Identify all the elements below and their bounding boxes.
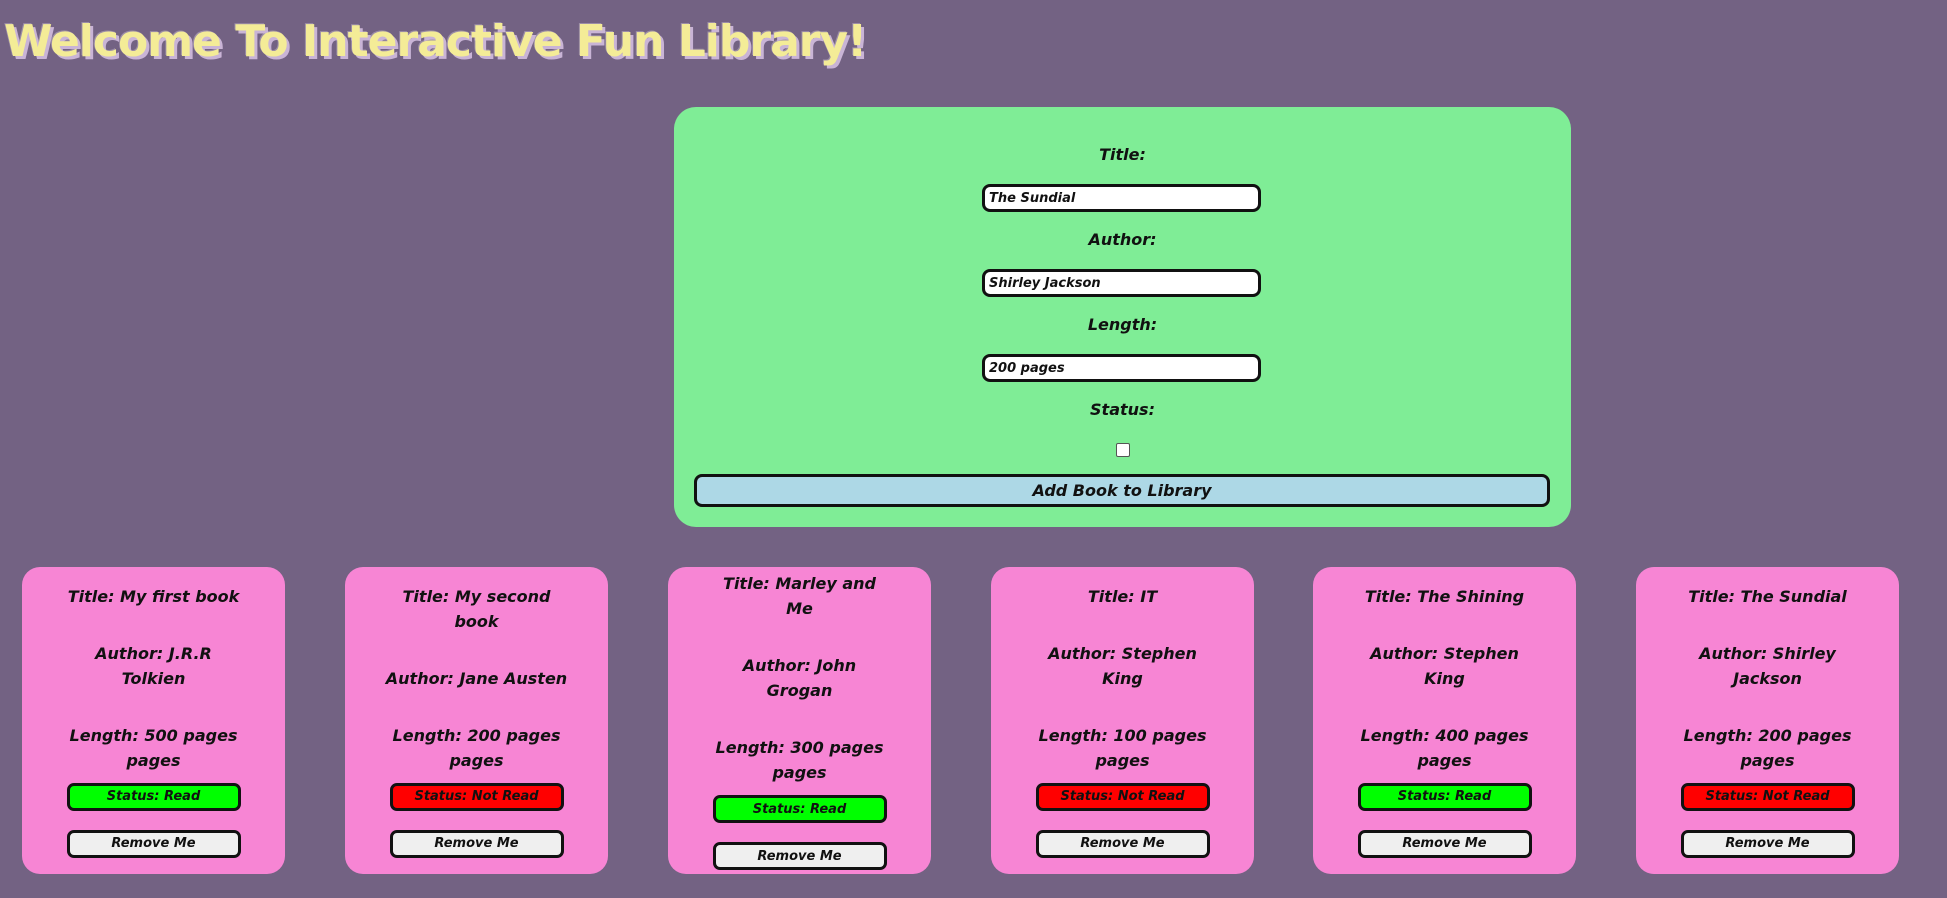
- status-toggle-button[interactable]: Status: Read: [1357, 782, 1532, 811]
- book-author: Author: J.R.R Tolkien: [95, 643, 212, 688]
- book-title: Title: The Shining: [1364, 586, 1525, 606]
- book-title: Title: The Sundial: [1688, 586, 1847, 606]
- book-title: Title: Marley and Me: [723, 574, 876, 618]
- book-author: Author: Stephen King: [1048, 643, 1197, 688]
- book-card: Title: The Shining Author: Stephen King …: [1313, 567, 1576, 874]
- book-length: Length: 500 pages pages: [69, 725, 238, 770]
- book-author: Author: Shirley Jackson: [1699, 643, 1836, 688]
- book-title: Title: My first book: [67, 586, 240, 606]
- book-author: Author: Stephen King: [1370, 643, 1519, 688]
- book-length: Length: 200 pages pages: [1683, 725, 1852, 770]
- book-card: Title: IT Author: Stephen King Length: 1…: [991, 567, 1254, 874]
- remove-book-button[interactable]: Remove Me: [712, 842, 887, 870]
- author-label: Author:: [1088, 230, 1157, 249]
- remove-book-button[interactable]: Remove Me: [1035, 829, 1210, 858]
- add-book-form: Title: Author: Length: Status: Add Book …: [674, 107, 1571, 527]
- status-label: Status:: [1090, 400, 1155, 419]
- status-toggle-button[interactable]: Status: Not Read: [1680, 782, 1855, 811]
- book-length: Length: 200 pages pages: [392, 725, 561, 770]
- book-length: Length: 100 pages pages: [1038, 725, 1207, 770]
- status-toggle-button[interactable]: Status: Not Read: [389, 782, 564, 811]
- book-author: Author: Jane Austen: [385, 668, 568, 688]
- status-toggle-button[interactable]: Status: Not Read: [1035, 782, 1210, 811]
- page-title: Welcome To Interactive Fun Library!: [4, 16, 867, 67]
- length-label: Length:: [1087, 315, 1158, 334]
- book-title: Title: IT: [1087, 586, 1158, 606]
- book-length: Length: 300 pages pages: [715, 738, 884, 782]
- book-card: Title: Marley and Me Author: John Grogan…: [668, 567, 931, 874]
- book-card: Title: My second book Author: Jane Auste…: [345, 567, 608, 874]
- length-input[interactable]: [982, 354, 1261, 382]
- title-input[interactable]: [982, 184, 1261, 212]
- status-toggle-button[interactable]: Status: Read: [66, 782, 241, 811]
- status-toggle-button[interactable]: Status: Read: [712, 795, 887, 823]
- book-length: Length: 400 pages pages: [1360, 725, 1529, 770]
- book-card: Title: My first book Author: J.R.R Tolki…: [22, 567, 285, 874]
- status-checkbox[interactable]: [1116, 443, 1130, 457]
- book-card: Title: The Sundial Author: Shirley Jacks…: [1636, 567, 1899, 874]
- remove-book-button[interactable]: Remove Me: [1680, 829, 1855, 858]
- author-input[interactable]: [982, 269, 1261, 297]
- book-title: Title: My second book: [402, 586, 551, 631]
- book-author: Author: John Grogan: [742, 656, 857, 700]
- remove-book-button[interactable]: Remove Me: [66, 829, 241, 858]
- title-label: Title:: [1099, 145, 1146, 164]
- add-book-button[interactable]: Add Book to Library: [694, 474, 1550, 507]
- remove-book-button[interactable]: Remove Me: [389, 829, 564, 858]
- remove-book-button[interactable]: Remove Me: [1357, 829, 1532, 858]
